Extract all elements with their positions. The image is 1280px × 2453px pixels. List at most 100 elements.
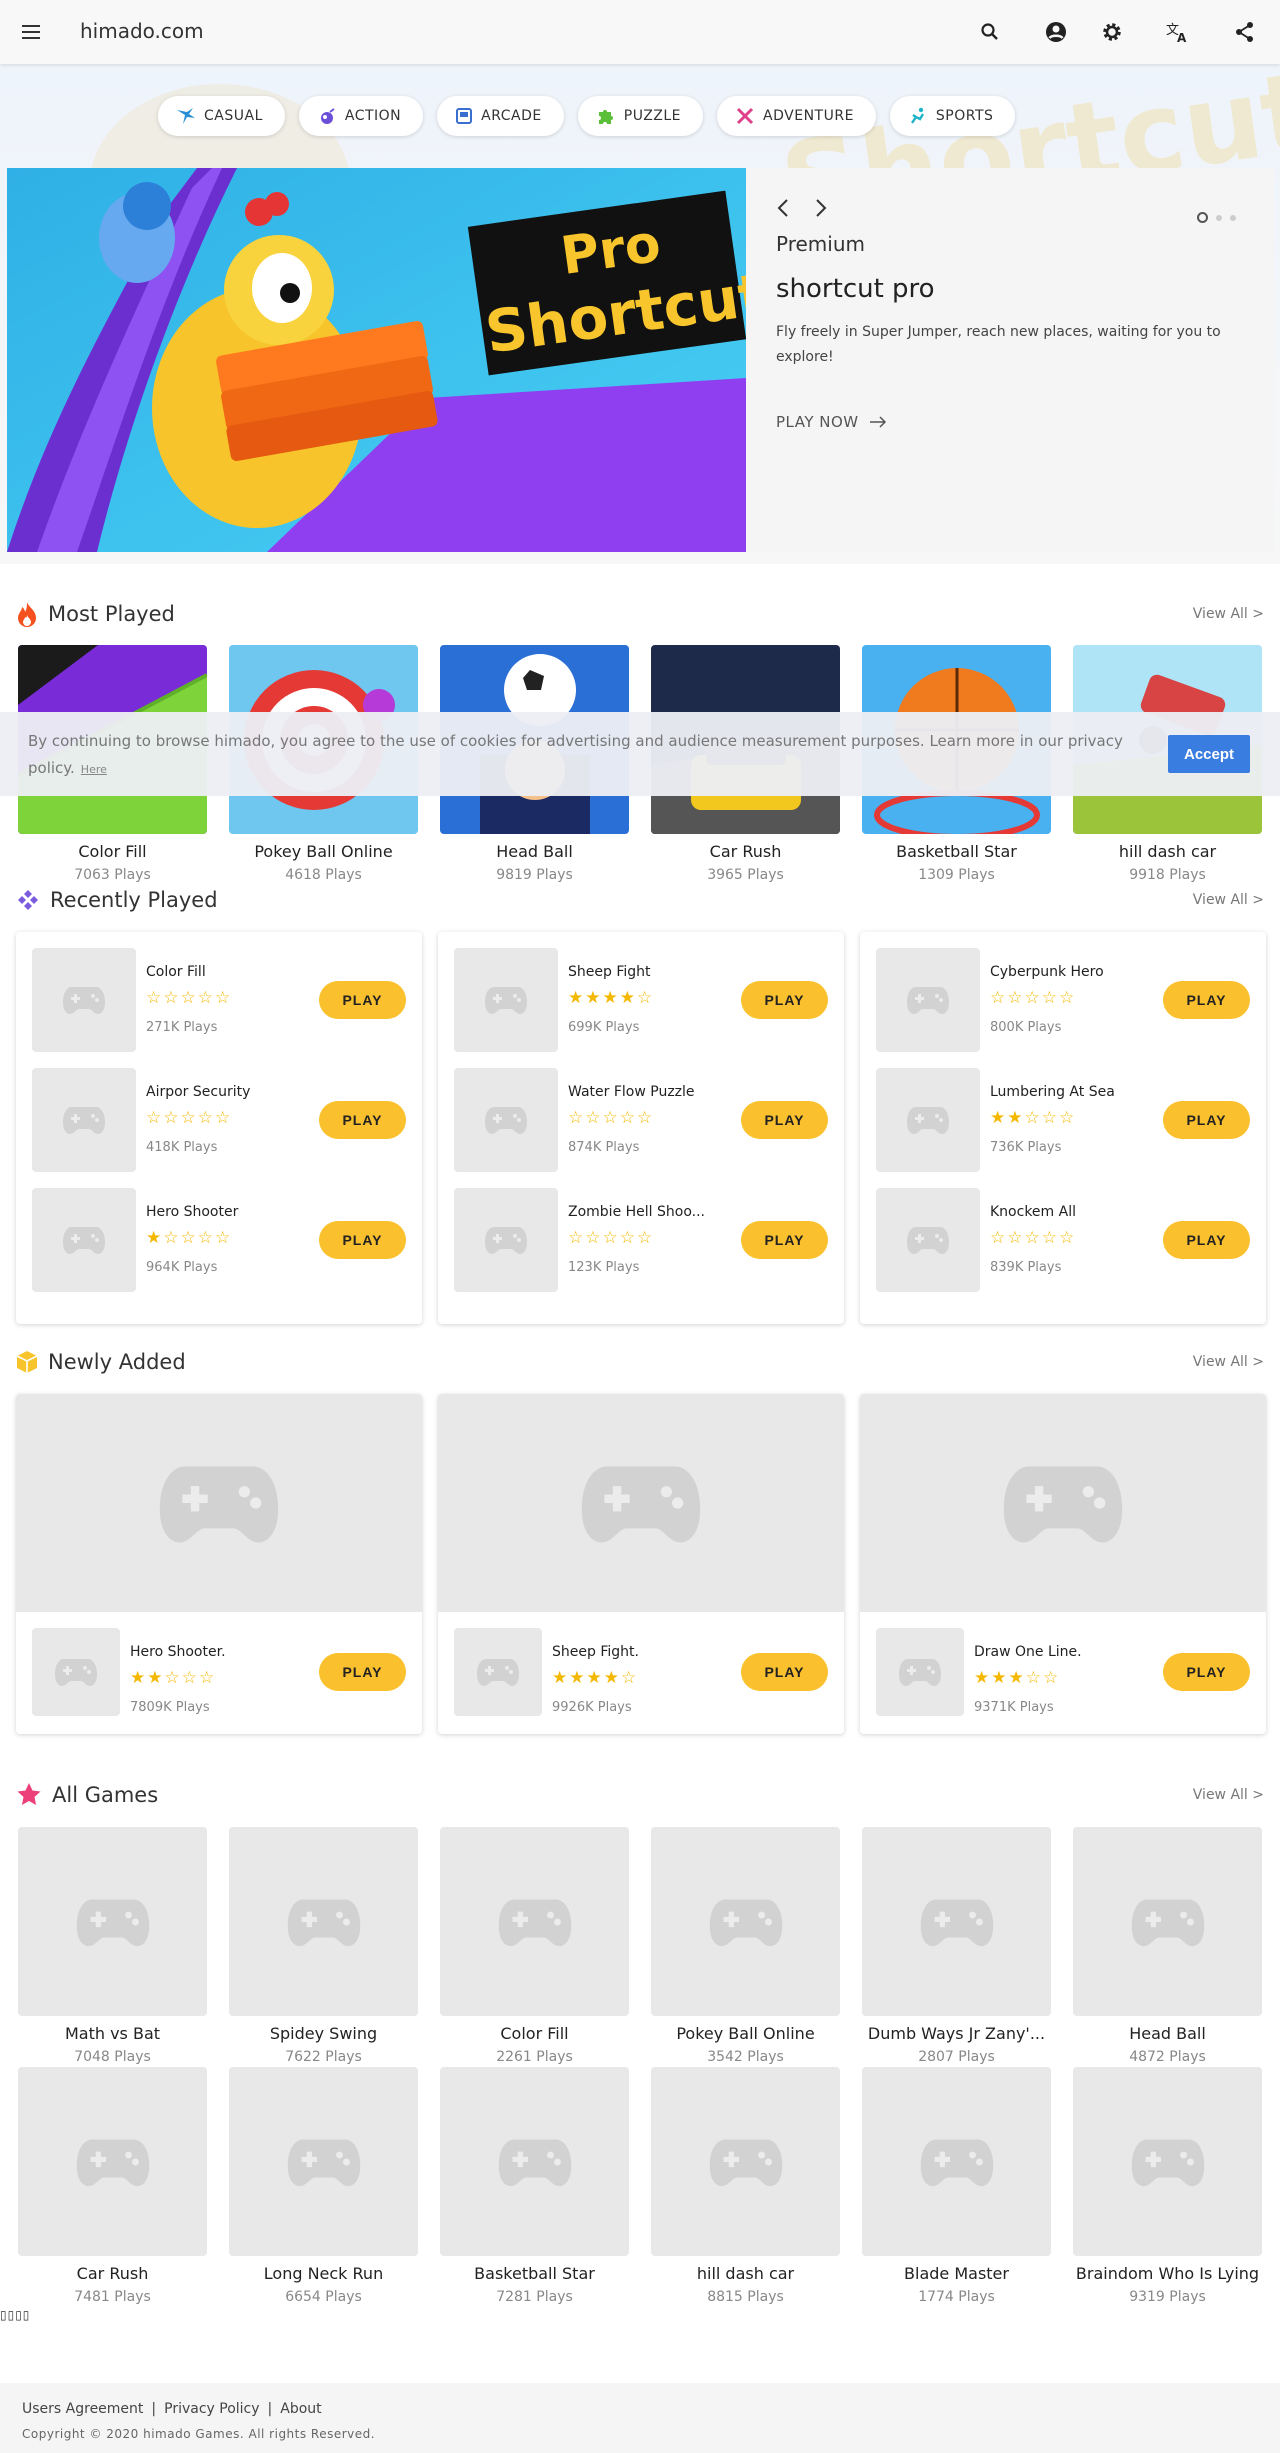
game-thumbnail[interactable] <box>32 948 136 1052</box>
category-sports[interactable]: SPORTS <box>889 96 1016 136</box>
play-button[interactable]: PLAY <box>741 1221 828 1259</box>
play-button[interactable]: PLAY <box>319 1101 406 1139</box>
accept-cookies-button[interactable]: Accept <box>1168 735 1250 773</box>
category-label: ADVENTURE <box>763 108 854 124</box>
chevron-left-icon[interactable] <box>776 198 790 218</box>
hero-banner-image[interactable]: Pro Shortcut <box>7 168 746 552</box>
search-icon[interactable] <box>974 16 1006 48</box>
play-button[interactable]: PLAY <box>319 981 406 1019</box>
game-list-item[interactable]: Hero Shooter. ★★☆☆☆ 7809K Plays PLAY <box>32 1628 406 1732</box>
game-list-item[interactable]: Knockem All ☆☆☆☆☆ 839K Plays PLAY <box>876 1188 1250 1292</box>
cookie-here-link[interactable]: Here <box>81 763 107 776</box>
indicator-dot[interactable] <box>1230 214 1236 221</box>
share-icon[interactable] <box>1229 16 1261 48</box>
category-adventure[interactable]: ADVENTURE <box>717 96 876 136</box>
game-thumbnail[interactable] <box>876 1188 980 1292</box>
game-thumbnail[interactable] <box>1073 2067 1262 2256</box>
game-tile[interactable]: Math vs Bat 7048 Plays <box>18 1827 207 2065</box>
site-title[interactable]: himado.com <box>80 19 204 43</box>
game-cover[interactable] <box>860 1394 1266 1612</box>
view-all-link[interactable]: View All > <box>1193 892 1264 908</box>
game-list-item[interactable]: Cyberpunk Hero ☆☆☆☆☆ 800K Plays PLAY <box>876 948 1250 1052</box>
new-game-card[interactable]: Draw One Line. ★★★☆☆ 9371K Plays PLAY <box>860 1394 1266 1734</box>
game-thumbnail[interactable] <box>440 2067 629 2256</box>
indicator-dot[interactable] <box>1216 214 1222 221</box>
game-thumbnail[interactable] <box>454 1068 558 1172</box>
game-list-item[interactable]: Sheep Fight ★★★★☆ 699K Plays PLAY <box>454 948 828 1052</box>
game-thumbnail[interactable] <box>1073 1827 1262 2016</box>
translate-icon[interactable]: 文A <box>1162 16 1194 48</box>
game-list-item[interactable]: Airpor Security ☆☆☆☆☆ 418K Plays PLAY <box>32 1068 406 1172</box>
game-thumbnail[interactable] <box>440 1827 629 2016</box>
game-thumbnail[interactable] <box>876 948 980 1052</box>
play-button[interactable]: PLAY <box>1163 981 1250 1019</box>
game-list-item[interactable]: Draw One Line. ★★★☆☆ 9371K Plays PLAY <box>876 1628 1250 1732</box>
play-now-link[interactable]: PLAY NOW <box>776 413 887 431</box>
game-tile[interactable]: Spidey Swing 7622 Plays <box>229 1827 418 2065</box>
view-all-link[interactable]: View All > <box>1193 606 1264 622</box>
game-tile[interactable]: Braindom Who Is Lying 9319 Plays <box>1073 2067 1262 2305</box>
game-thumbnail[interactable] <box>651 1827 840 2016</box>
play-button[interactable]: PLAY <box>1163 1653 1250 1691</box>
view-all-link[interactable]: View All > <box>1193 1787 1264 1803</box>
category-arcade[interactable]: ARCADE <box>437 96 564 136</box>
game-tile[interactable]: Dumb Ways Jr Zany'... 2807 Plays <box>862 1827 1051 2065</box>
view-all-link[interactable]: View All > <box>1193 1354 1264 1370</box>
game-tile[interactable]: Basketball Star 7281 Plays <box>440 2067 629 2305</box>
game-tile[interactable]: Blade Master 1774 Plays <box>862 2067 1051 2305</box>
game-list-item[interactable]: Lumbering At Sea ★★☆☆☆ 736K Plays PLAY <box>876 1068 1250 1172</box>
new-game-card[interactable]: Sheep Fight. ★★★★☆ 9926K Plays PLAY <box>438 1394 844 1734</box>
game-thumbnail[interactable] <box>229 1827 418 2016</box>
game-tile[interactable]: Car Rush 7481 Plays <box>18 2067 207 2305</box>
game-thumbnail[interactable] <box>32 1188 136 1292</box>
play-button[interactable]: PLAY <box>319 1221 406 1259</box>
play-button[interactable]: PLAY <box>1163 1221 1250 1259</box>
game-thumbnail[interactable] <box>18 2067 207 2256</box>
game-list-item[interactable]: Hero Shooter ★☆☆☆☆ 964K Plays PLAY <box>32 1188 406 1292</box>
game-thumbnail[interactable] <box>18 1827 207 2016</box>
game-thumbnail[interactable] <box>651 2067 840 2256</box>
game-thumbnail[interactable] <box>862 2067 1051 2256</box>
game-thumbnail[interactable] <box>32 1068 136 1172</box>
game-list-item[interactable]: Water Flow Puzzle ☆☆☆☆☆ 874K Plays PLAY <box>454 1068 828 1172</box>
game-list-item[interactable]: Zombie Hell Shoo... ☆☆☆☆☆ 123K Plays PLA… <box>454 1188 828 1292</box>
play-button[interactable]: PLAY <box>741 981 828 1019</box>
game-thumbnail[interactable] <box>229 2067 418 2256</box>
indicator-dot-active[interactable] <box>1197 212 1208 223</box>
game-thumbnail[interactable] <box>454 1628 542 1716</box>
menu-icon[interactable] <box>18 18 46 46</box>
star-empty-icon: ☆ <box>585 1108 603 1128</box>
game-thumbnail[interactable] <box>32 1628 120 1716</box>
account-icon[interactable] <box>1040 16 1072 48</box>
play-button[interactable]: PLAY <box>741 1101 828 1139</box>
play-button[interactable]: PLAY <box>1163 1101 1250 1139</box>
game-tile[interactable]: Head Ball 4872 Plays <box>1073 1827 1262 2065</box>
category-action[interactable]: ACTION <box>298 96 424 136</box>
play-button[interactable]: PLAY <box>741 1653 828 1691</box>
game-thumbnail[interactable] <box>862 1827 1051 2016</box>
users-agreement-link[interactable]: Users Agreement <box>22 2401 143 2417</box>
settings-icon[interactable] <box>1096 16 1128 48</box>
game-tile[interactable]: Pokey Ball Online 3542 Plays <box>651 1827 840 2065</box>
game-list-item[interactable]: Color Fill ☆☆☆☆☆ 271K Plays PLAY <box>32 948 406 1052</box>
category-puzzle[interactable]: PUZZLE <box>577 96 704 136</box>
game-list-item[interactable]: Sheep Fight. ★★★★☆ 9926K Plays PLAY <box>454 1628 828 1732</box>
new-game-card[interactable]: Hero Shooter. ★★☆☆☆ 7809K Plays PLAY <box>16 1394 422 1734</box>
game-cover[interactable] <box>438 1394 844 1612</box>
gamepad-placeholder-icon <box>920 1899 993 1946</box>
play-button[interactable]: PLAY <box>319 1653 406 1691</box>
game-thumbnail[interactable] <box>454 948 558 1052</box>
game-thumbnail[interactable] <box>876 1068 980 1172</box>
chevron-right-icon[interactable] <box>814 198 828 218</box>
game-tile[interactable]: hill dash car 8815 Plays <box>651 2067 840 2305</box>
star-empty-icon: ☆ <box>602 1228 620 1248</box>
category-casual[interactable]: CASUAL <box>158 96 285 136</box>
carousel-indicators[interactable] <box>1197 212 1236 223</box>
game-thumbnail[interactable] <box>876 1628 964 1716</box>
game-tile[interactable]: Long Neck Run 6654 Plays <box>229 2067 418 2305</box>
privacy-policy-link[interactable]: Privacy Policy <box>164 2401 259 2417</box>
game-tile[interactable]: Color Fill 2261 Plays <box>440 1827 629 2065</box>
game-thumbnail[interactable] <box>454 1188 558 1292</box>
game-cover[interactable] <box>16 1394 422 1612</box>
about-link[interactable]: About <box>280 2401 321 2417</box>
